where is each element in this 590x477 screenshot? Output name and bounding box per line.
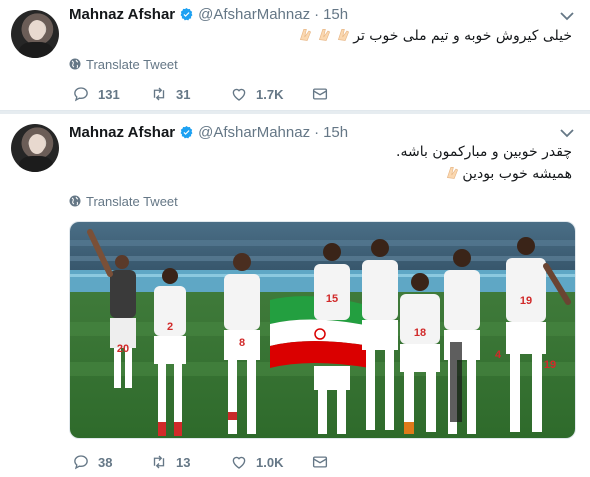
separator-dot: ·	[314, 5, 320, 23]
jersey-number: 8	[239, 337, 245, 349]
jersey-number: 18	[414, 327, 426, 339]
reply-count: 131	[98, 86, 120, 102]
retweet-button[interactable]: 31	[150, 84, 190, 104]
jersey-number: 19	[520, 295, 532, 307]
envelope-icon	[312, 88, 328, 100]
tweet-card[interactable]: Mahnaz Afshar @AfsharMahnaz · 15h خیلی ک…	[0, 0, 590, 111]
avatar[interactable]	[11, 10, 59, 58]
like-button[interactable]: 1.0K	[230, 452, 283, 472]
reply-button[interactable]: 38	[72, 452, 112, 472]
translate-tweet-link[interactable]: Translate Tweet	[69, 56, 178, 72]
tweet-text-content: خیلی کیروش خوبه و تیم ملی خوب تر	[353, 28, 572, 44]
separator-dot: ·	[314, 123, 320, 141]
retweet-count: 31	[176, 86, 191, 102]
globe-icon	[69, 58, 81, 70]
jersey-number: 4	[495, 349, 502, 361]
team-celebration-photo: 20 2 8 15 18 4 19 19	[70, 222, 575, 438]
timestamp[interactable]: 15h	[323, 124, 348, 141]
translate-label[interactable]: Translate Tweet	[86, 194, 178, 209]
like-count: 1.7K	[256, 86, 284, 102]
retweet-icon	[153, 455, 165, 469]
tweet-card[interactable]: Mahnaz Afshar @AfsharMahnaz · 15h چقدر خ…	[0, 114, 590, 477]
envelope-icon	[312, 456, 328, 468]
jersey-number: 2	[167, 321, 173, 333]
reply-icon	[74, 455, 88, 470]
retweet-button[interactable]: 13	[150, 452, 190, 472]
timestamp[interactable]: 15h	[323, 6, 348, 23]
tweet-text-line-2: همیشه خوب بودین	[443, 164, 572, 184]
jersey-number: 15	[326, 293, 338, 305]
tweet-photo[interactable]: 20 2 8 15 18 4 19 19	[69, 221, 576, 439]
direct-message-button[interactable]	[311, 84, 329, 104]
retweet-count: 13	[176, 454, 191, 470]
direct-message-button[interactable]	[311, 452, 329, 472]
player	[444, 249, 480, 434]
tweet-text-line-1: چقدر خوبین و مبارکمون باشه.	[396, 144, 572, 160]
verified-badge-icon	[180, 7, 193, 20]
clapping-hands-emoji	[296, 28, 353, 44]
chevron-down-icon[interactable]	[560, 128, 574, 138]
author-name[interactable]: Mahnaz Afshar	[69, 6, 175, 23]
tweet-text: خیلی کیروش خوبه و تیم ملی خوب تر	[296, 26, 572, 46]
jersey-number: 19	[544, 359, 556, 371]
verified-badge-icon	[180, 125, 193, 138]
heart-icon	[232, 456, 246, 469]
author-handle[interactable]: @AfsharMahnaz	[198, 124, 310, 141]
globe-icon	[69, 195, 81, 207]
jersey-number: 20	[117, 343, 129, 355]
like-count: 1.0K	[256, 454, 284, 470]
tweet-header: Mahnaz Afshar @AfsharMahnaz · 15h	[69, 122, 348, 142]
like-button[interactable]: 1.7K	[230, 84, 283, 104]
author-name[interactable]: Mahnaz Afshar	[69, 124, 175, 141]
translate-tweet-link[interactable]: Translate Tweet	[69, 193, 178, 209]
retweet-icon	[153, 87, 165, 101]
author-handle[interactable]: @AfsharMahnaz	[198, 6, 310, 23]
clapping-hands-emoji	[447, 167, 459, 179]
chevron-down-icon[interactable]	[560, 11, 574, 21]
heart-icon	[232, 88, 246, 101]
tweet-actions: 131 31 1.7K	[72, 84, 342, 104]
tweet-header: Mahnaz Afshar @AfsharMahnaz · 15h	[69, 4, 348, 24]
reply-icon	[74, 87, 88, 102]
reply-count: 38	[98, 454, 113, 470]
avatar[interactable]	[11, 124, 59, 172]
translate-label[interactable]: Translate Tweet	[86, 57, 178, 72]
tweet-text-content: همیشه خوب بودین	[462, 166, 572, 182]
tweet-actions: 38 13 1.0K	[72, 452, 342, 472]
reply-button[interactable]: 131	[72, 84, 120, 104]
